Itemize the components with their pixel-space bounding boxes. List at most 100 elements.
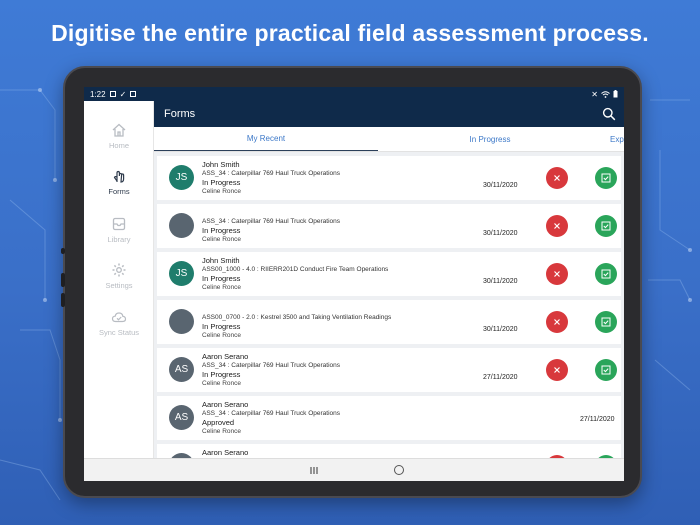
- list-item[interactable]: ASS_34 : Caterpillar 769 Haul Truck Oper…: [157, 204, 621, 248]
- approve-button[interactable]: [595, 311, 617, 333]
- download-notification-icon: ✓: [119, 89, 127, 99]
- tablet-side-button: [61, 293, 65, 307]
- sidebar-item-settings[interactable]: Settings: [84, 253, 154, 299]
- search-icon[interactable]: [602, 107, 616, 121]
- assessor-name: Celine Ronce: [202, 188, 242, 195]
- close-icon: [554, 271, 560, 277]
- gear-icon: [112, 263, 126, 277]
- reject-button[interactable]: [546, 215, 568, 237]
- library-icon: [112, 217, 126, 231]
- checkbox-icon: [601, 365, 611, 375]
- learner-name: Aaron Serano: [202, 352, 249, 361]
- image-notification-icon: [109, 91, 116, 97]
- reject-button[interactable]: [546, 359, 568, 381]
- battery-icon: [613, 90, 618, 98]
- reject-button[interactable]: [546, 167, 568, 189]
- tab-exp[interactable]: Exp: [602, 127, 624, 151]
- assessor-name: Celine Ronce: [202, 428, 242, 435]
- avatar: JS: [169, 165, 194, 190]
- forms-tabs: My Recent In Progress Exp: [154, 127, 624, 152]
- learner-name: John Smith: [202, 256, 240, 265]
- status-time: 1:22: [90, 89, 106, 99]
- avatar: [169, 213, 194, 238]
- app-header: Forms: [154, 101, 624, 127]
- sidebar-item-label: Forms: [108, 187, 130, 196]
- avatar: JS: [169, 261, 194, 286]
- status-text: In Progress: [202, 274, 241, 283]
- assessor-name: Celine Ronce: [202, 332, 242, 339]
- mute-icon: ✕: [591, 89, 598, 99]
- reject-button[interactable]: [546, 263, 568, 285]
- reject-button[interactable]: [546, 311, 568, 333]
- sidebar-item-label: Settings: [105, 281, 133, 290]
- list-item[interactable]: AS Aaron Serano ASS_34 : Caterpillar 769…: [157, 396, 621, 440]
- assessment-title: ASS_34 : Caterpillar 769 Haul Truck Oper…: [202, 410, 341, 417]
- avatar: [169, 309, 194, 334]
- list-item[interactable]: AS Aaron Serano ASS_34 : Caterpillar 769…: [157, 348, 621, 392]
- date-text: 30/11/2020: [483, 230, 518, 237]
- tab-in-progress[interactable]: In Progress: [378, 127, 602, 151]
- approve-button[interactable]: [595, 167, 617, 189]
- approve-button[interactable]: [595, 263, 617, 285]
- date-text: 27/11/2020: [483, 374, 518, 381]
- clipboard-notification-icon: [130, 91, 137, 97]
- marketing-headline: Digitise the entire practical field asse…: [51, 20, 649, 46]
- status-text: In Progress: [202, 370, 241, 379]
- assessor-name: Celine Ronce: [202, 284, 242, 291]
- avatar: AS: [169, 357, 194, 382]
- close-icon: [554, 319, 560, 325]
- status-bar: 1:22 ✓ ✕: [84, 87, 624, 101]
- checkbox-icon: [601, 173, 611, 183]
- sidebar-item-label: Library: [107, 235, 131, 244]
- sidebar-item-home[interactable]: Home: [84, 113, 154, 159]
- date-text: 30/11/2020: [483, 326, 518, 333]
- learner-name: Aaron Serano: [202, 400, 249, 409]
- assessment-title: ASS00_1000 - 4.0 : RIIERR201D Conduct Fi…: [202, 266, 389, 273]
- assessment-title: ASS00_0700 - 2.0 : Kestrel 3500 and Taki…: [202, 314, 392, 321]
- sidebar-nav: Home Forms Library Settings Sync Status: [84, 101, 154, 458]
- assessor-name: Celine Ronce: [202, 380, 242, 387]
- sidebar-item-label: Sync Status: [98, 328, 140, 337]
- status-text: Approved: [202, 418, 235, 427]
- wifi-icon: [601, 90, 610, 98]
- assessor-name: Celine Ronce: [202, 236, 242, 243]
- list-item[interactable]: JS John Smith ASS_34 : Caterpillar 769 H…: [157, 156, 621, 200]
- close-icon: [554, 367, 560, 373]
- checkbox-icon: [601, 317, 611, 327]
- close-icon: [554, 175, 560, 181]
- assessment-title: ASS_34 : Caterpillar 769 Haul Truck Oper…: [202, 170, 341, 177]
- list-item[interactable]: JS John Smith ASS00_1000 - 4.0 : RIIERR2…: [157, 252, 621, 296]
- status-text: In Progress: [202, 322, 241, 331]
- forms-list: JS John Smith ASS_34 : Caterpillar 769 H…: [154, 152, 624, 458]
- cloud-sync-icon: [111, 312, 127, 323]
- app-screen: 1:22 ✓ ✕ Home Forms Library Settings Syn…: [84, 87, 624, 481]
- recents-icon[interactable]: [309, 466, 319, 475]
- tablet-side-button: [61, 273, 65, 287]
- status-text: In Progress: [202, 226, 241, 235]
- date-text: 30/11/2020: [483, 278, 518, 285]
- page-title: Forms: [164, 108, 196, 120]
- assessment-title: ASS_34 : Caterpillar 769 Haul Truck Oper…: [202, 218, 341, 225]
- learner-name: John Smith: [202, 160, 240, 169]
- sidebar-item-library[interactable]: Library: [84, 207, 154, 253]
- checkbox-icon: [601, 269, 611, 279]
- assessment-title: ASS_34 : Caterpillar 769 Haul Truck Oper…: [202, 362, 341, 369]
- tab-my-recent[interactable]: My Recent: [154, 127, 378, 151]
- checkbox-icon: [601, 221, 611, 231]
- approve-button[interactable]: [595, 359, 617, 381]
- home-circle-icon[interactable]: [394, 465, 404, 475]
- approve-button[interactable]: [595, 215, 617, 237]
- android-nav-bar: [84, 458, 624, 481]
- tablet-side-button: [61, 248, 65, 254]
- date-text: 27/11/2020: [580, 416, 615, 423]
- sidebar-item-sync-status[interactable]: Sync Status: [84, 300, 154, 346]
- close-icon: [554, 223, 560, 229]
- list-item[interactable]: ASS00_0700 - 2.0 : Kestrel 3500 and Taki…: [157, 300, 621, 344]
- learner-name: Aaron Serano: [202, 448, 249, 457]
- date-text: 30/11/2020: [483, 182, 518, 189]
- sidebar-item-forms[interactable]: Forms: [84, 159, 154, 205]
- avatar: AS: [169, 405, 194, 430]
- home-icon: [112, 123, 126, 137]
- list-item[interactable]: AS Aaron Serano: [157, 444, 621, 458]
- hand-pointer-icon: [113, 170, 125, 183]
